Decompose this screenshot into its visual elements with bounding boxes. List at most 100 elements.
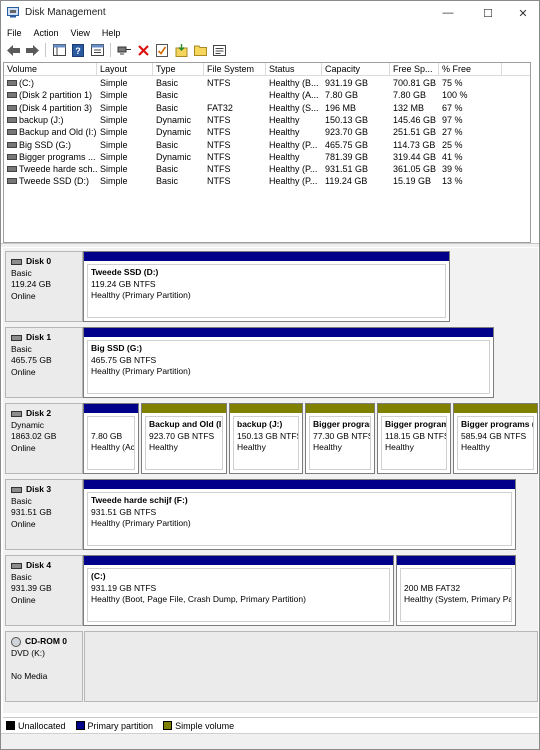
partition[interactable]: 7.80 GB Healthy (Act bbox=[83, 403, 139, 474]
column-header-free-space[interactable]: Free Sp... bbox=[390, 63, 439, 76]
volume-row[interactable]: backup (J:) Simple Dynamic NTFS Healthy 150.1… bbox=[4, 114, 530, 126]
partition[interactable]: Tweede harde schijf (F:) 931.51 GB NTFS He… bbox=[83, 479, 516, 550]
partition[interactable]: Bigger program 118.15 GB NTFS Healthy bbox=[377, 403, 451, 474]
maximize-button[interactable]: ☐ bbox=[471, 1, 505, 25]
column-header-percent-free[interactable]: % Free bbox=[439, 63, 502, 76]
simple-volume-swatch bbox=[163, 721, 173, 730]
disk-label[interactable]: CD-ROM 0 DVD (K:) No Media bbox=[5, 631, 83, 702]
volume-row[interactable]: Big SSD (G:) Simple Basic NTFS Healthy (P...… bbox=[4, 139, 530, 151]
partition[interactable]: backup (J:) 150.13 GB NTFS Healthy bbox=[229, 403, 303, 474]
partition[interactable]: Big SSD (G:) 465.75 GB NTFS Healthy (Prima… bbox=[83, 327, 494, 398]
cell-volume: (Disk 2 partition 1) bbox=[4, 89, 97, 101]
cell-volume: (Disk 4 partition 3) bbox=[4, 102, 97, 114]
partition-name: Bigger program bbox=[385, 419, 447, 429]
import-button[interactable] bbox=[173, 42, 189, 58]
view-button[interactable] bbox=[211, 42, 227, 58]
cell-text: 75 % bbox=[442, 78, 463, 88]
back-button[interactable] bbox=[5, 42, 21, 58]
disk-name: CD-ROM 0 bbox=[11, 636, 82, 648]
column-header-layout[interactable]: Layout bbox=[97, 63, 153, 76]
delete-button[interactable] bbox=[135, 42, 151, 58]
volume-row[interactable]: Backup and Old (I:) Simple Dynamic NTFS Heal… bbox=[4, 126, 530, 138]
partition-size: 931.51 GB NTFS bbox=[91, 506, 157, 517]
primary-partition-bar bbox=[397, 556, 515, 565]
connect-button[interactable] bbox=[116, 42, 132, 58]
partition[interactable]: (C:) 931.19 GB NTFS Healthy (Boot, Page Fi… bbox=[83, 555, 394, 626]
partition[interactable]: Backup and Old (I 923.70 GB NTFS Healthy bbox=[141, 403, 227, 474]
console-tree-button[interactable] bbox=[51, 42, 67, 58]
cell-text: Simple bbox=[100, 102, 128, 113]
partition[interactable]: Bigger programs (585.94 GB NTFS Healthy bbox=[453, 403, 538, 474]
check-button[interactable] bbox=[154, 42, 170, 58]
partition-size: 923.70 GB NTFS bbox=[149, 430, 215, 441]
partition[interactable]: Bigger program 77.30 GB NTFS Healthy bbox=[305, 403, 375, 474]
partition-size: 119.24 GB NTFS bbox=[91, 278, 156, 289]
menu-view[interactable]: View bbox=[65, 26, 96, 40]
back-arrow-icon bbox=[6, 44, 20, 56]
forward-button[interactable] bbox=[24, 42, 40, 58]
cell-layout: Simple bbox=[97, 151, 153, 163]
pane-splitter[interactable] bbox=[1, 243, 539, 247]
disk-label[interactable]: Disk 4 Basic 931.39 GB Online bbox=[5, 555, 83, 626]
cell-layout: Simple bbox=[97, 89, 153, 101]
disk-label[interactable]: Disk 1 Basic 465.75 GB Online bbox=[5, 327, 83, 398]
primary-partition-bar bbox=[84, 404, 138, 413]
disk-type: DVD (K:) bbox=[11, 647, 45, 658]
properties-button[interactable] bbox=[89, 42, 105, 58]
partition-body: Bigger programs (585.94 GB NTFS Healthy bbox=[457, 416, 534, 470]
partition-size: 150.13 GB NTFS bbox=[237, 430, 299, 441]
cell-text: Basic bbox=[156, 102, 179, 113]
partition-name: (C:) bbox=[91, 571, 106, 581]
volume-row[interactable]: Bigger programs ... Simple Dynamic NTFS Heal… bbox=[4, 151, 530, 163]
cell-type: Dynamic bbox=[153, 126, 204, 138]
cell-text: 931.19 GB bbox=[325, 78, 369, 88]
cell-text: 781.39 GB bbox=[325, 151, 369, 162]
disk-label[interactable]: Disk 3 Basic 931.51 GB Online bbox=[5, 479, 83, 550]
volume-row[interactable]: Tweede SSD (D:) Simple Basic NTFS Healthy (P… bbox=[4, 175, 530, 187]
minimize-button[interactable]: — bbox=[431, 1, 465, 25]
disk-label[interactable]: Disk 2 Dynamic 1863.02 GB Online bbox=[5, 403, 83, 474]
column-header-volume[interactable]: Volume bbox=[4, 63, 97, 76]
cell-type: Basic bbox=[153, 89, 204, 101]
cell-text: Healthy bbox=[269, 114, 300, 125]
volume-row[interactable]: (Disk 2 partition 1) Simple Basic Healthy (… bbox=[4, 89, 530, 101]
column-header-file-system[interactable]: File System bbox=[204, 63, 266, 76]
cell-status: Healthy bbox=[266, 114, 322, 126]
cell-type: Dynamic bbox=[153, 151, 204, 163]
volume-row[interactable]: (Disk 4 partition 3) Simple Basic FAT32 Heal… bbox=[4, 102, 530, 114]
column-header-capacity[interactable]: Capacity bbox=[322, 63, 390, 76]
legend-label: Simple volume bbox=[175, 720, 235, 731]
column-header-status[interactable]: Status bbox=[266, 63, 322, 76]
help-icon: ? bbox=[72, 43, 84, 57]
connect-icon bbox=[117, 46, 131, 55]
disk-row: Disk 3 Basic 931.51 GB Online Tweede harde s… bbox=[3, 476, 538, 550]
folder-button[interactable] bbox=[192, 42, 208, 58]
cell-text: Basic bbox=[156, 78, 179, 88]
partition-body: backup (J:) 150.13 GB NTFS Healthy bbox=[233, 416, 299, 470]
simple-partition-bar bbox=[378, 404, 450, 413]
cell-capacity: 196 MB bbox=[322, 102, 390, 114]
cell-text: Healthy (S... bbox=[269, 102, 319, 113]
help-button[interactable]: ? bbox=[70, 42, 86, 58]
cell-text: 923.70 GB bbox=[325, 127, 369, 138]
menu-action[interactable]: Action bbox=[28, 26, 65, 40]
disk-management-app-icon bbox=[7, 7, 19, 18]
volume-row[interactable]: (C:) Simple Basic NTFS Healthy (B... 931.19 G… bbox=[4, 77, 530, 89]
cell-volume: Big SSD (G:) bbox=[4, 139, 97, 151]
disk-row: Disk 0 Basic 119.24 GB Online Tweede SSD (D:… bbox=[3, 248, 538, 322]
close-button[interactable]: ✕ bbox=[506, 1, 540, 25]
partition[interactable]: Tweede SSD (D:) 119.24 GB NTFS Healthy (Pr… bbox=[83, 251, 450, 322]
cdrom-area[interactable] bbox=[84, 631, 538, 702]
cell-layout: Simple bbox=[97, 102, 153, 114]
partition[interactable]: 200 MB FAT32 Healthy (System, Primary Par bbox=[396, 555, 516, 626]
cell-layout: Simple bbox=[97, 77, 153, 89]
column-header-type[interactable]: Type bbox=[153, 63, 204, 76]
cell-type: Basic bbox=[153, 139, 204, 151]
volume-row[interactable]: Tweede harde sch... Simple Basic NTFS Health… bbox=[4, 163, 530, 175]
menu-help[interactable]: Help bbox=[96, 26, 127, 40]
disk-row: Disk 4 Basic 931.39 GB Online (C:) 931.19 GB … bbox=[3, 552, 538, 626]
disk-label[interactable]: Disk 0 Basic 119.24 GB Online bbox=[5, 251, 83, 322]
cell-text: FAT32 bbox=[207, 102, 233, 113]
disk-name: Disk 1 bbox=[11, 332, 82, 344]
menu-file[interactable]: File bbox=[1, 26, 28, 40]
